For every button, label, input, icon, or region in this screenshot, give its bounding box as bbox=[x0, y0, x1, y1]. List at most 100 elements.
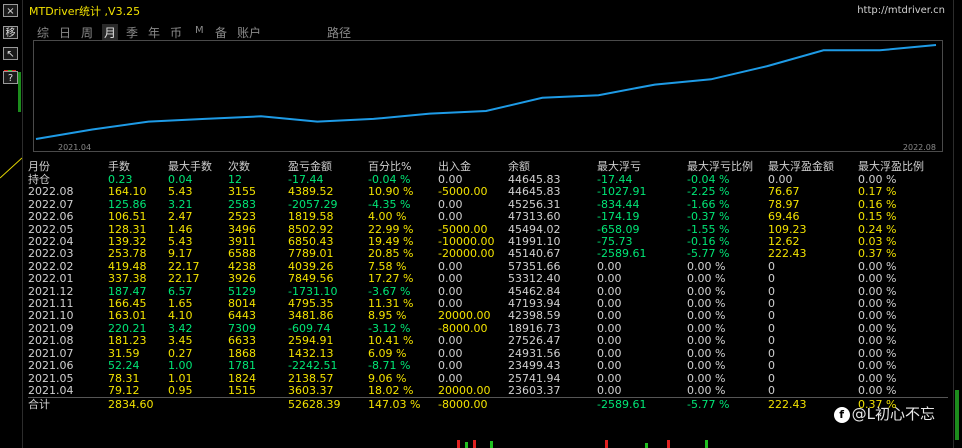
chart-end-label: 2022.08 bbox=[902, 143, 936, 152]
table-cell: 0.00 % bbox=[687, 272, 726, 286]
tab-account[interactable]: 账户 bbox=[237, 24, 261, 41]
table-cell: 17.27 % bbox=[368, 272, 414, 286]
table-cell: 0 bbox=[768, 309, 775, 323]
table-row[interactable]: 2022.07 125.86 3.21 2583 -2057.29 -4.35 % 0.00… bbox=[28, 198, 948, 211]
table-cell: -5.77 % bbox=[687, 247, 730, 261]
tab-week[interactable]: 周 bbox=[81, 24, 93, 41]
table-cell: 8.95 % bbox=[368, 309, 407, 323]
column-header[interactable]: 月份 bbox=[28, 158, 108, 174]
table-cell: 1781 bbox=[228, 359, 256, 373]
column-header[interactable]: 最大浮亏 bbox=[597, 158, 687, 174]
table-cell: 0 bbox=[768, 346, 775, 360]
table-cell: 10.90 % bbox=[368, 185, 414, 199]
column-header[interactable]: 盈亏金额 bbox=[288, 158, 368, 174]
row-label: 2021.06 bbox=[28, 359, 74, 373]
column-header[interactable]: 手数 bbox=[108, 158, 168, 174]
table-cell: 10.41 % bbox=[368, 334, 414, 348]
tab-day[interactable]: 日 bbox=[59, 24, 71, 41]
table-cell: -174.19 bbox=[597, 210, 640, 224]
table-cell: 0.00 % bbox=[687, 334, 726, 348]
table-cell: 76.67 bbox=[768, 185, 800, 199]
table-row[interactable]: 2022.08 164.10 5.43 3155 4389.52 10.90 % -5000… bbox=[28, 185, 948, 199]
table-cell bbox=[228, 397, 288, 413]
table-cell: 53312.40 bbox=[508, 272, 561, 286]
table-cell: 0.00 bbox=[597, 359, 622, 373]
table-row[interactable]: 2021.06 52.24 1.00 1781 -2242.51 -8.71 % 0.00 2… bbox=[28, 359, 948, 373]
table-row[interactable]: 2022.03 253.78 9.17 6588 7789.01 20.85 % -2000… bbox=[28, 247, 948, 261]
column-header[interactable]: 最大手数 bbox=[168, 158, 228, 174]
table-cell: 20000.00 bbox=[438, 383, 491, 397]
table-row[interactable]: 2022.01 337.38 22.17 3926 7849.56 17.27 % 0.00… bbox=[28, 272, 948, 286]
table-cell: 1819.58 bbox=[288, 210, 334, 224]
table-cell: 1515 bbox=[228, 383, 256, 397]
table-cell: 2523 bbox=[228, 210, 256, 224]
window-title: MTDriver统计 ,V3.25 bbox=[29, 5, 141, 18]
table-cell: 0 bbox=[768, 259, 775, 273]
monthly-stats-table: 月份 手数 最大手数 次数 盈亏金额 百分比% 出入金 余额 最大浮亏 最大浮亏比例 最大浮盈金额最… bbox=[28, 158, 948, 413]
table-cell: 0 bbox=[768, 297, 775, 311]
column-header[interactable]: 次数 bbox=[228, 158, 288, 174]
help-button[interactable]: ? bbox=[3, 71, 18, 84]
row-label: 2021.08 bbox=[28, 334, 74, 348]
row-label: 合计 bbox=[28, 397, 108, 413]
tab-note[interactable]: 备 bbox=[215, 24, 227, 41]
table-row[interactable]: 2021.09 220.21 3.42 7309 -609.74 -3.12 % -8000… bbox=[28, 322, 948, 335]
equity-chart: 2021.04 2022.08 bbox=[33, 40, 943, 152]
table-row[interactable]: 2021.04 79.12 0.95 1515 3603.37 18.02 % 20000.… bbox=[28, 383, 948, 398]
table-cell: 0.00 % bbox=[858, 309, 897, 323]
table-cell: 106.51 bbox=[108, 210, 147, 224]
stats-panel: MTDriver统计 ,V3.25 http://mtdriver.cn 综 日… bbox=[22, 0, 954, 448]
table-cell: -8000.00 bbox=[438, 397, 508, 413]
table-row[interactable]: 2022.02 419.48 22.17 4238 4039.26 7.58 % 0.00 5… bbox=[28, 259, 948, 273]
table-row[interactable]: 2021.08 181.23 3.45 6633 2594.91 10.41 % 0.00 2… bbox=[28, 334, 948, 348]
total-row[interactable]: 合计 2834.60 52628.39 147.03 % -8000.00 -2589.6… bbox=[28, 397, 948, 413]
holding-row[interactable]: 持仓 0.23 0.04 12 -17.44 -0.04 % 0.00 44645.83 -17… bbox=[28, 173, 948, 186]
table-row[interactable]: 2021.10 163.01 4.10 6443 3481.86 8.95 % 20000.… bbox=[28, 309, 948, 323]
table-cell: 9.17 bbox=[168, 247, 193, 261]
bottom-candles bbox=[45, 440, 962, 448]
tab-path[interactable]: 路径 bbox=[327, 24, 351, 41]
table-cell: -8.71 % bbox=[368, 359, 411, 373]
tab-year[interactable]: 年 bbox=[148, 24, 160, 41]
close-button[interactable]: × bbox=[3, 4, 18, 17]
column-header[interactable]: 最大浮亏比例 bbox=[687, 158, 768, 174]
tab-month[interactable]: 月 bbox=[102, 24, 119, 41]
table-cell: 0.00 bbox=[438, 334, 463, 348]
equity-chart-svg bbox=[35, 44, 937, 140]
table-cell: 0.00 bbox=[597, 334, 622, 348]
table-row[interactable]: 2021.12 187.47 6.57 5129 -1731.10 -3.67 % 0.00… bbox=[28, 285, 948, 298]
pointer-button[interactable]: ↖ bbox=[3, 47, 18, 60]
table-cell: 20000.00 bbox=[438, 309, 491, 323]
column-header[interactable]: 最大浮盈金额 bbox=[768, 158, 858, 174]
column-header[interactable]: 百分比% bbox=[368, 158, 438, 174]
table-cell: 4.00 % bbox=[368, 210, 407, 224]
table-cell: 0.00 % bbox=[858, 334, 897, 348]
tab-overview[interactable]: 综 bbox=[37, 24, 49, 41]
table-cell: 6443 bbox=[228, 309, 256, 323]
table-cell: 45140.67 bbox=[508, 247, 561, 261]
table-cell: 3926 bbox=[228, 272, 256, 286]
row-label: 2022.08 bbox=[28, 185, 74, 199]
table-cell: 0.00 bbox=[597, 383, 622, 397]
table-row[interactable]: 2022.06 106.51 2.47 2523 1819.58 4.00 % 0.00 47… bbox=[28, 210, 948, 224]
table-cell: 163.01 bbox=[108, 309, 147, 323]
tab-magic[interactable]: M bbox=[195, 25, 204, 36]
table-cell: 0.00 bbox=[438, 210, 463, 224]
tab-quarter[interactable]: 季 bbox=[126, 24, 138, 41]
column-header[interactable]: 余额 bbox=[508, 158, 597, 174]
table-cell: -2589.61 bbox=[597, 247, 647, 261]
bg-candle-right bbox=[955, 390, 959, 440]
table-cell bbox=[168, 397, 228, 413]
table-cell: 20.85 % bbox=[368, 247, 414, 261]
website-link[interactable]: http://mtdriver.cn bbox=[857, 5, 945, 16]
table-cell: 0.00 % bbox=[687, 359, 726, 373]
column-header[interactable]: 最大浮盈比例 bbox=[858, 158, 948, 174]
column-header[interactable]: 出入金 bbox=[438, 158, 508, 174]
tab-currency[interactable]: 币 bbox=[170, 24, 182, 41]
table-cell: 253.78 bbox=[108, 247, 147, 261]
move-button[interactable]: 移 bbox=[3, 26, 18, 39]
table-cell: 0.37 % bbox=[858, 247, 897, 261]
table-cell: 23603.37 bbox=[508, 383, 561, 397]
table-cell: 52628.39 bbox=[288, 397, 368, 413]
table-row[interactable]: 2021.07 31.59 0.27 1868 1432.13 6.09 % 0.00 249… bbox=[28, 346, 948, 360]
